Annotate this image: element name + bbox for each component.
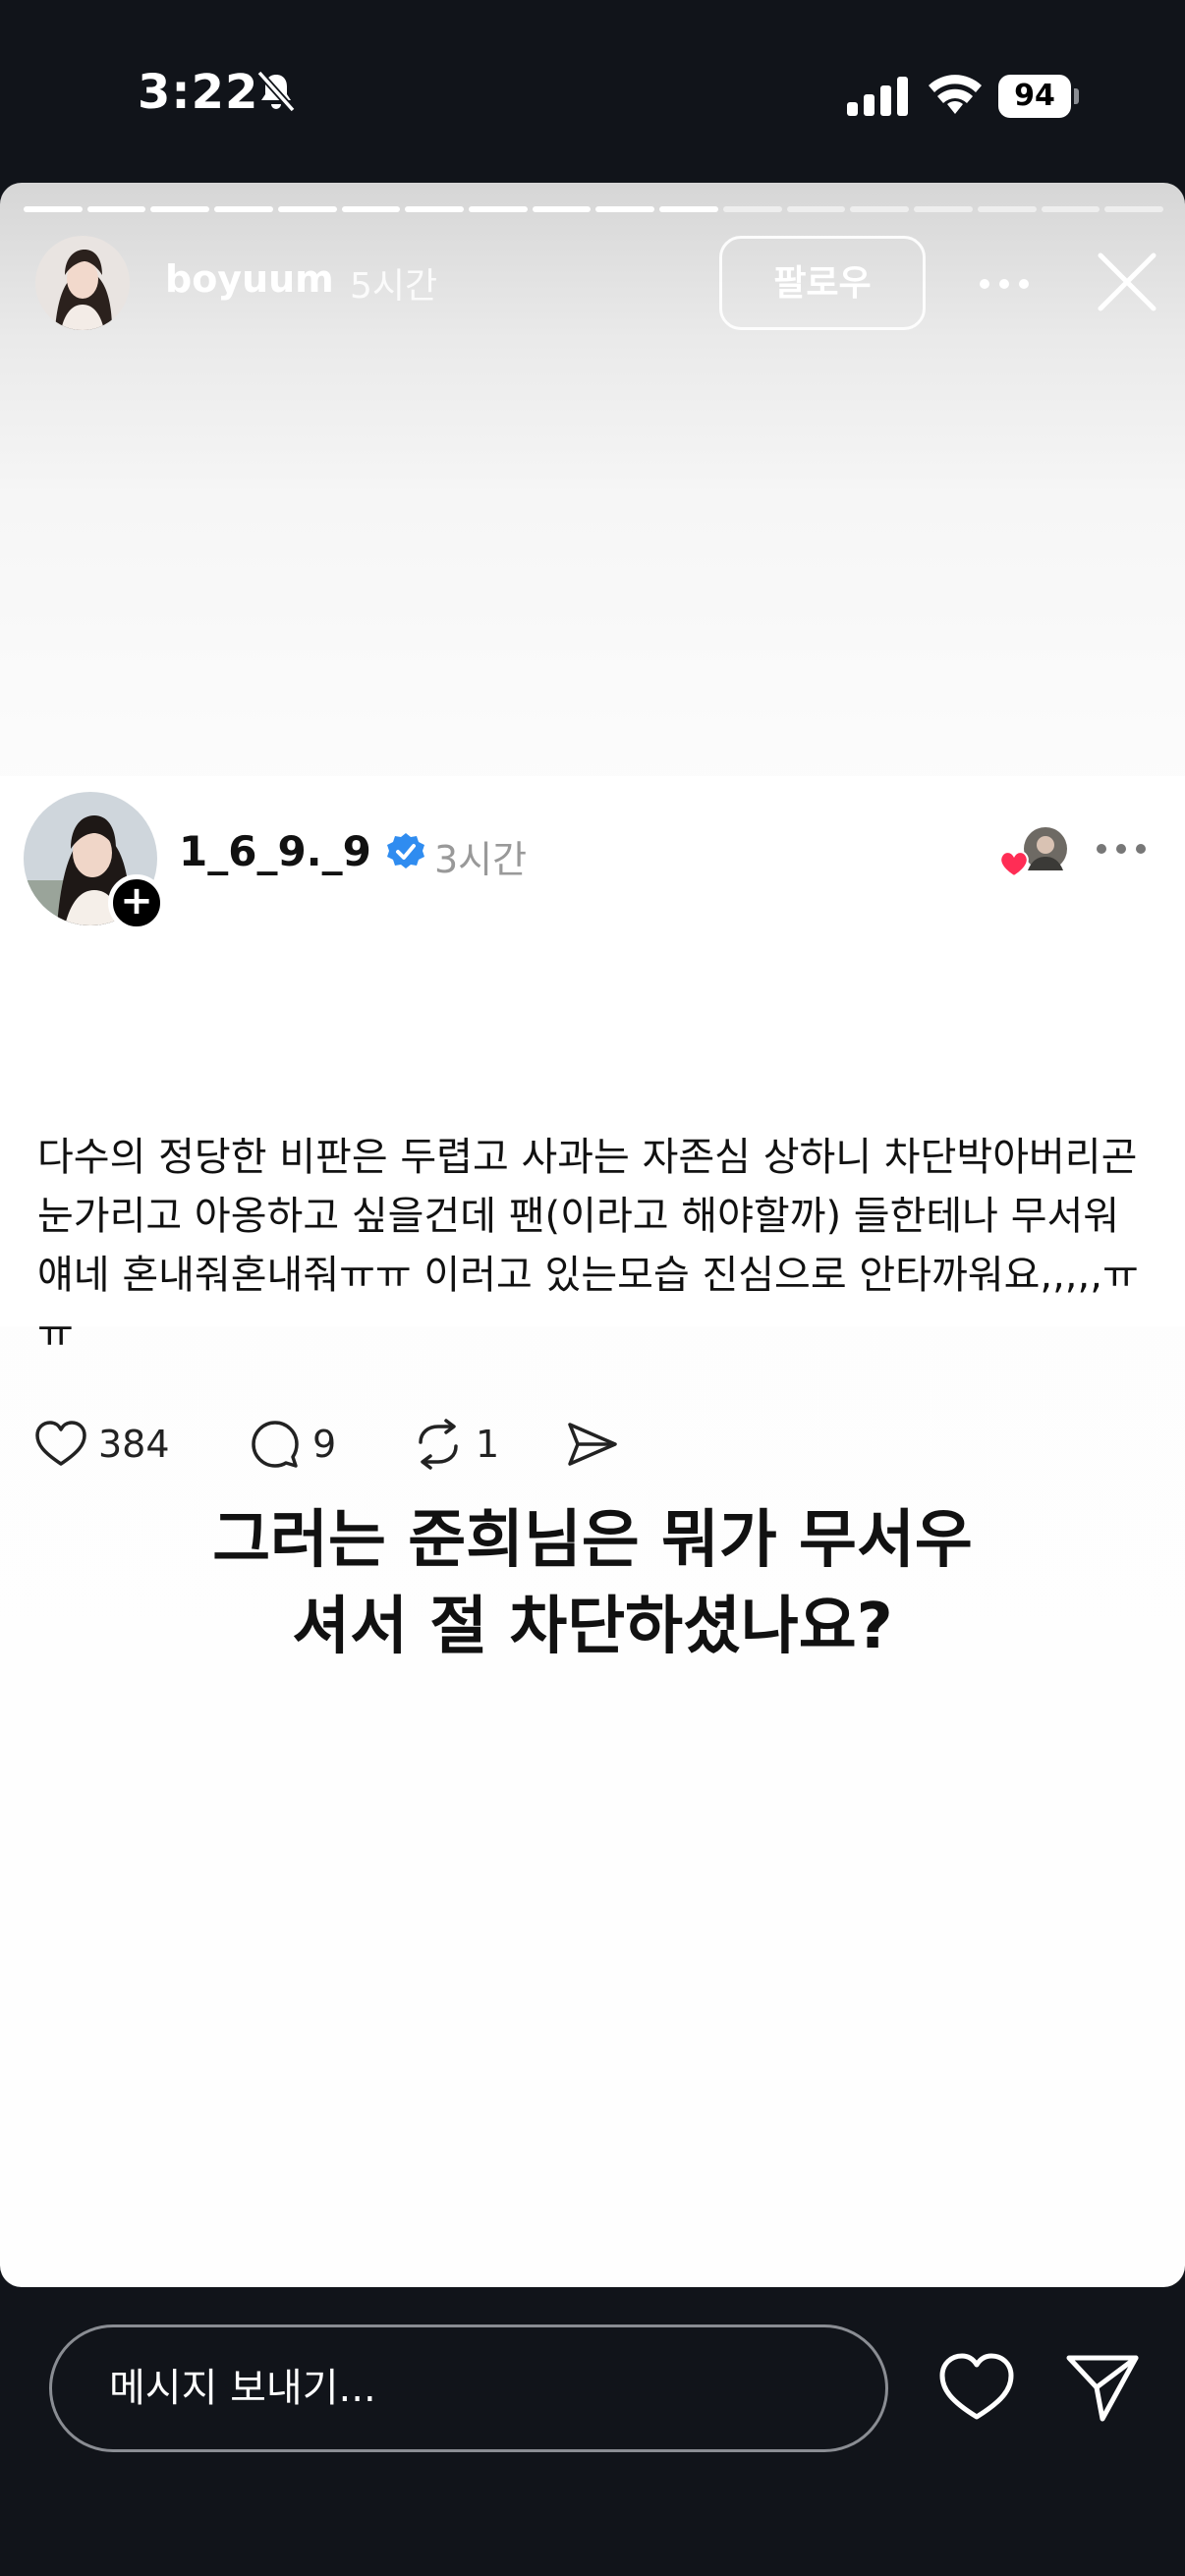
verified-badge-icon [387, 833, 424, 868]
story-progress-segment [277, 206, 337, 212]
post-author-username: 1_6_9._9 [179, 827, 371, 875]
message-input[interactable]: 메시지 보내기... [49, 2324, 888, 2452]
story-progress-segment [1041, 206, 1100, 212]
like-heart-icon[interactable] [937, 2350, 1016, 2425]
story-progress-segment [659, 206, 718, 212]
story-progress-segment [150, 206, 210, 212]
battery-level: 94 [998, 75, 1071, 118]
repost-count: 1 [476, 1423, 500, 1466]
story-progress-bar [24, 206, 1163, 212]
story-progress-segment [1104, 206, 1163, 212]
story-progress-segment [595, 206, 655, 212]
share-icon [568, 1423, 617, 1466]
story-progress-segment [914, 206, 973, 212]
more-options-icon[interactable] [975, 259, 1034, 308]
follow-plus-icon[interactable]: + [108, 874, 165, 931]
story-progress-segment [24, 206, 83, 212]
story-viewer-screen: 3:22 94 boyuum 5시간 팔로우 + 1_6_9._9 3시간 다수… [0, 0, 1185, 2576]
caption-line-2: 셔서 절 차단하셨나요? [292, 1591, 893, 1663]
story-progress-segment [405, 206, 465, 212]
story-progress-segment [850, 206, 910, 212]
story-progress-segment [722, 206, 782, 212]
comment-action: 9 [248, 1415, 336, 1474]
battery-indicator: 94 [998, 75, 1079, 118]
liked-by-avatar-icon [999, 827, 1067, 878]
post-more-icon [1097, 844, 1146, 854]
story-time-ago: 5시간 [350, 266, 438, 307]
story-progress-segment [469, 206, 528, 212]
status-time: 3:22 [138, 65, 259, 120]
story-progress-segment [977, 206, 1037, 212]
close-icon[interactable] [1093, 248, 1161, 316]
story-progress-segment [341, 206, 401, 212]
repost-action: 1 [411, 1415, 499, 1474]
post-body-text: 다수의 정당한 비판은 두렵고 사과는 자존심 상하니 차단박아버리곤 눈가리고… [37, 1135, 1139, 1357]
like-count: 384 [98, 1423, 170, 1466]
story-progress-segment [86, 206, 146, 212]
follow-button[interactable]: 팔로우 [719, 236, 926, 330]
wifi-icon [929, 75, 982, 114]
like-action: 384 [33, 1415, 170, 1474]
story-progress-segment [786, 206, 846, 212]
story-author-avatar[interactable] [35, 236, 130, 330]
cellular-signal-icon [847, 77, 908, 116]
battery-nub [1074, 88, 1079, 104]
heart-icon [35, 1421, 86, 1466]
repost-icon [419, 1419, 458, 1470]
comment-count: 9 [312, 1423, 337, 1466]
post-time-ago: 3시간 [434, 838, 528, 881]
comment-icon [252, 1421, 299, 1468]
send-icon[interactable] [1063, 2352, 1142, 2425]
bell-muted-icon [256, 70, 296, 113]
caption-line-1: 그러는 준희님은 뭐가 무서우 [212, 1504, 973, 1577]
story-caption: 그러는 준희님은 뭐가 무서우 셔서 절 차단하셨나요? [0, 1497, 1185, 1670]
story-progress-segment [214, 206, 273, 212]
post-action-row: 384 9 1 [33, 1415, 721, 1474]
story-progress-segment [532, 206, 592, 212]
story-author-username[interactable]: boyuum [165, 257, 334, 301]
share-action [564, 1415, 629, 1474]
